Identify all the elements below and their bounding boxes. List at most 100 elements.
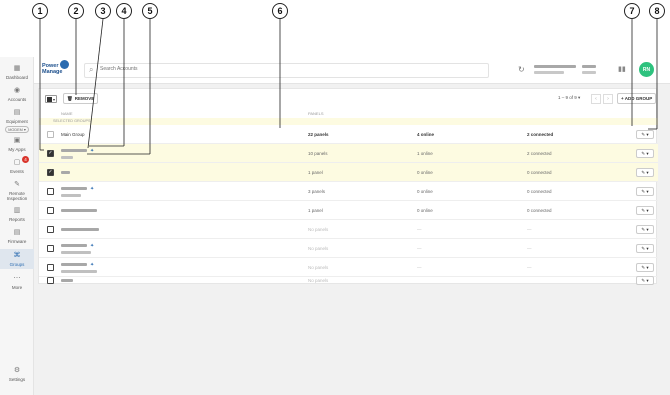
connected-count: 0 connected	[527, 208, 552, 213]
sidebar-item-equipment[interactable]: ▤ Equipment MODEM ▾	[0, 109, 34, 133]
group-name[interactable]	[61, 228, 99, 231]
callout-8: 8	[649, 3, 665, 19]
history-icon[interactable]: ↻	[518, 65, 525, 74]
row-checkbox[interactable]	[47, 131, 54, 138]
row-checkbox[interactable]	[47, 207, 54, 214]
table-row[interactable]: ✓ 1 panel 0 online 0 connected ✎ ▾	[39, 163, 658, 182]
table-row[interactable]: ✦ No panels — — ✎ ▾	[39, 239, 658, 258]
online-count: —	[417, 246, 422, 251]
panels-count: 1 panel	[308, 208, 323, 213]
avatar[interactable]: RN	[639, 62, 654, 77]
panels-count: 1 panel	[308, 170, 323, 175]
panels-count: 10 panels	[308, 151, 328, 156]
online-count: —	[417, 265, 422, 270]
group-name[interactable]	[61, 263, 87, 266]
row-checkbox[interactable]: ✓	[47, 169, 54, 176]
logo-mark-icon	[60, 60, 69, 69]
row-checkbox[interactable]	[47, 264, 54, 271]
group-name[interactable]	[61, 149, 87, 152]
row-actions-button[interactable]: ✎ ▾	[636, 244, 654, 253]
table-toolbar: ▾ 🗑 REMOVE 1 – 9 of 9 ▾ ‹ › + ADD GROUP	[39, 89, 658, 109]
add-group-button[interactable]: + ADD GROUP	[617, 93, 657, 104]
remove-button[interactable]: 🗑 REMOVE	[63, 93, 99, 104]
pagination-label[interactable]: 1 – 9 of 9 ▾	[558, 95, 580, 101]
online-count: 4 online	[417, 132, 435, 137]
table-row[interactable]: ✦ 3 panels 0 online 0 connected ✎ ▾	[39, 182, 658, 201]
row-checkbox[interactable]	[47, 277, 54, 284]
connected-count: —	[527, 246, 532, 251]
row-checkbox[interactable]	[47, 188, 54, 195]
search-icon: ⌕	[89, 65, 94, 74]
row-actions-button[interactable]: ✎ ▾	[636, 168, 654, 177]
table-row[interactable]: ✓ ✦ 10 panels 1 online 2 connected ✎ ▾	[39, 144, 658, 163]
online-count: —	[417, 227, 422, 232]
group-sub	[61, 194, 81, 197]
callout-7: 7	[624, 3, 640, 19]
select-all-checkbox[interactable]: ▾	[45, 95, 57, 103]
table-row[interactable]: 1 panel 0 online 0 connected ✎ ▾	[39, 201, 658, 220]
group-sub	[61, 156, 73, 159]
equipment-filter-pill[interactable]: MODEM ▾	[5, 126, 29, 133]
sidebar-item-apps[interactable]: ▣ My Apps	[0, 137, 34, 152]
apps-icon: ▣	[13, 137, 21, 144]
sidebar-item-remote-inspection[interactable]: ✎ Remote Inspection	[0, 181, 34, 201]
connected-count: 0 connected	[527, 189, 552, 194]
sidebar-item-reports[interactable]: ▥ Reports	[0, 207, 34, 222]
group-name[interactable]	[61, 244, 87, 247]
row-actions-button[interactable]: ✎ ▾	[636, 206, 654, 215]
group-name[interactable]	[61, 279, 73, 282]
panels-count: 3 panels	[308, 189, 326, 194]
sidebar-item-groups[interactable]: ⌘ Groups	[0, 249, 34, 269]
connected-count: —	[527, 227, 532, 232]
sidebar-item-accounts[interactable]: ◉ Accounts	[0, 87, 34, 102]
connected-count: —	[527, 265, 532, 270]
panels-count: No panels	[308, 265, 329, 270]
search-box[interactable]: ⌕	[84, 63, 489, 78]
sidebar-item-settings[interactable]: ⚙ Settings	[0, 367, 34, 382]
connected-count: 2 connected	[527, 151, 552, 156]
group-name[interactable]	[61, 187, 87, 190]
sidebar-item-more[interactable]: ⋯ More	[0, 275, 34, 290]
group-name[interactable]	[61, 171, 70, 174]
reports-icon: ▥	[13, 207, 21, 214]
online-count: 0 online	[417, 189, 433, 194]
row-actions-button[interactable]: ✎ ▾	[636, 276, 654, 285]
online-count: 1 online	[417, 151, 433, 156]
row-checkbox[interactable]: ✓	[47, 150, 54, 157]
chevron-down-icon: ▾	[53, 96, 56, 102]
trash-icon: 🗑	[67, 95, 73, 101]
row-actions-button[interactable]: ✎ ▾	[636, 225, 654, 234]
group-name[interactable]	[61, 209, 97, 212]
star-icon: ✦	[90, 262, 95, 268]
star-icon: ✦	[90, 148, 95, 154]
next-page-button[interactable]: ›	[603, 94, 613, 104]
online-count: 0 online	[417, 208, 433, 213]
sidebar-item-dashboard[interactable]: ▦ Dashboard	[0, 65, 34, 80]
prev-page-button[interactable]: ‹	[591, 94, 601, 104]
firmware-icon: ▤	[13, 229, 21, 236]
column-header-panels[interactable]: PANELS	[308, 111, 324, 116]
callout-2: 2	[68, 3, 84, 19]
apps-grid-icon[interactable]: ▮▮	[618, 65, 626, 73]
callout-4: 4	[116, 3, 132, 19]
row-actions-button[interactable]: ✎ ▾	[636, 263, 654, 272]
column-header-name[interactable]: NAME	[61, 111, 73, 116]
table-row[interactable]: No panels ✎ ▾	[39, 276, 658, 285]
search-input[interactable]	[100, 66, 300, 72]
connected-count: 0 connected	[527, 170, 552, 175]
table-row[interactable]: Main Group 22 panels 4 online 2 connecte…	[39, 125, 658, 144]
sidebar-item-firmware[interactable]: ▤ Firmware	[0, 229, 34, 244]
accounts-icon: ◉	[13, 87, 21, 94]
row-actions-button[interactable]: ✎ ▾	[636, 187, 654, 196]
panels-count: No panels	[308, 278, 329, 283]
sidebar-item-events[interactable]: 4 ▢ Events	[0, 156, 34, 174]
row-checkbox[interactable]	[47, 245, 54, 252]
table-row[interactable]: ✦ No panels — — ✎ ▾	[39, 258, 658, 277]
user-info[interactable]	[534, 64, 614, 76]
row-actions-button[interactable]: ✎ ▾	[636, 149, 654, 158]
row-actions-button[interactable]: ✎ ▾	[636, 130, 654, 139]
group-name[interactable]: Main Group	[61, 132, 85, 137]
row-checkbox[interactable]	[47, 226, 54, 233]
star-icon: ✦	[90, 243, 95, 249]
table-row[interactable]: No panels — — ✎ ▾	[39, 220, 658, 239]
